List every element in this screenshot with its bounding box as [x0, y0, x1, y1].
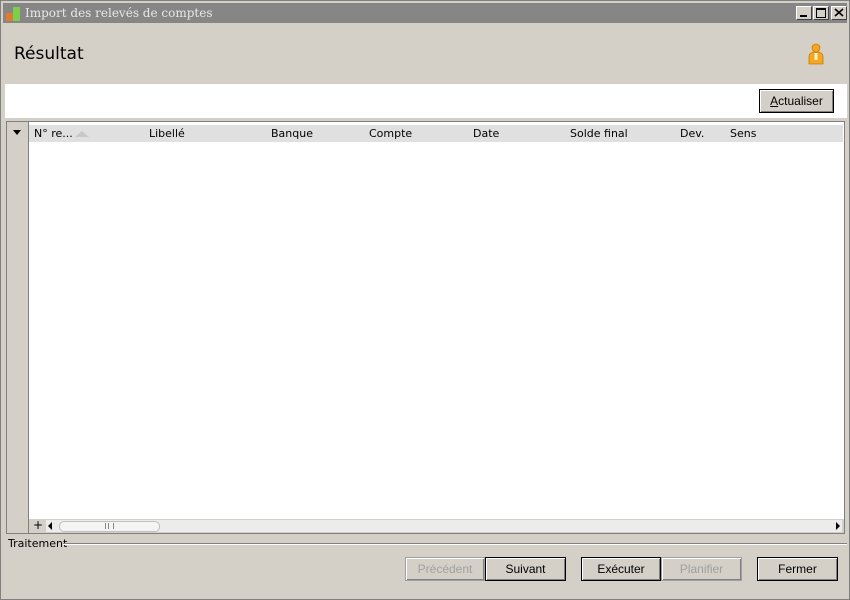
processing-group-label: Traitement [8, 537, 68, 550]
execute-button[interactable]: Exécuter [581, 557, 661, 581]
scroll-thumb[interactable] [59, 521, 160, 532]
page-title: Résultat [14, 44, 84, 64]
header: Résultat [3, 23, 847, 83]
group-divider [63, 543, 847, 545]
horizontal-scrollbar[interactable] [46, 520, 842, 532]
previous-button[interactable]: Précédent [405, 557, 485, 581]
close-icon [834, 8, 844, 17]
add-row-icon[interactable]: + [33, 518, 43, 532]
grid-body[interactable] [29, 142, 843, 518]
schedule-button[interactable]: Planifier [661, 557, 742, 581]
main-window: Import des relevés de comptes Résultat A… [0, 0, 850, 600]
refresh-button[interactable]: Actualiser [759, 89, 834, 113]
user-icon[interactable] [807, 43, 825, 65]
statements-grid[interactable]: N° re... Libellé Banque Compte Date Sold… [6, 121, 845, 534]
scroll-left-icon[interactable] [48, 522, 52, 530]
close-button[interactable]: Fermer [757, 557, 838, 581]
scroll-right-icon[interactable] [836, 522, 840, 530]
column-header-currency[interactable]: Dev. [680, 127, 704, 140]
column-header-bank[interactable]: Banque [271, 127, 313, 140]
row-selector-column [7, 122, 29, 533]
sort-ascending-icon [75, 131, 89, 137]
grid-header: N° re... Libellé Banque Compte Date Sold… [29, 125, 843, 142]
toolbar: Actualiser [5, 84, 847, 118]
maximize-button[interactable] [813, 6, 829, 20]
close-window-button[interactable] [831, 6, 847, 20]
column-header-final-balance[interactable]: Solde final [570, 127, 628, 140]
window-title: Import des relevés de comptes [25, 6, 213, 20]
column-header-date[interactable]: Date [473, 127, 499, 140]
next-button[interactable]: Suivant [485, 557, 566, 581]
grid-footer: + [29, 518, 844, 533]
app-icon [6, 7, 20, 21]
minimize-button[interactable] [796, 6, 812, 20]
column-header-account[interactable]: Compte [369, 127, 412, 140]
title-bar[interactable]: Import des relevés de comptes [3, 3, 847, 23]
column-header-statement-number[interactable]: N° re... [34, 127, 73, 140]
grid-menu-icon[interactable] [13, 130, 21, 135]
column-header-direction[interactable]: Sens [730, 127, 756, 140]
scroll-grip-icon [105, 523, 114, 529]
column-header-label[interactable]: Libellé [149, 127, 185, 140]
